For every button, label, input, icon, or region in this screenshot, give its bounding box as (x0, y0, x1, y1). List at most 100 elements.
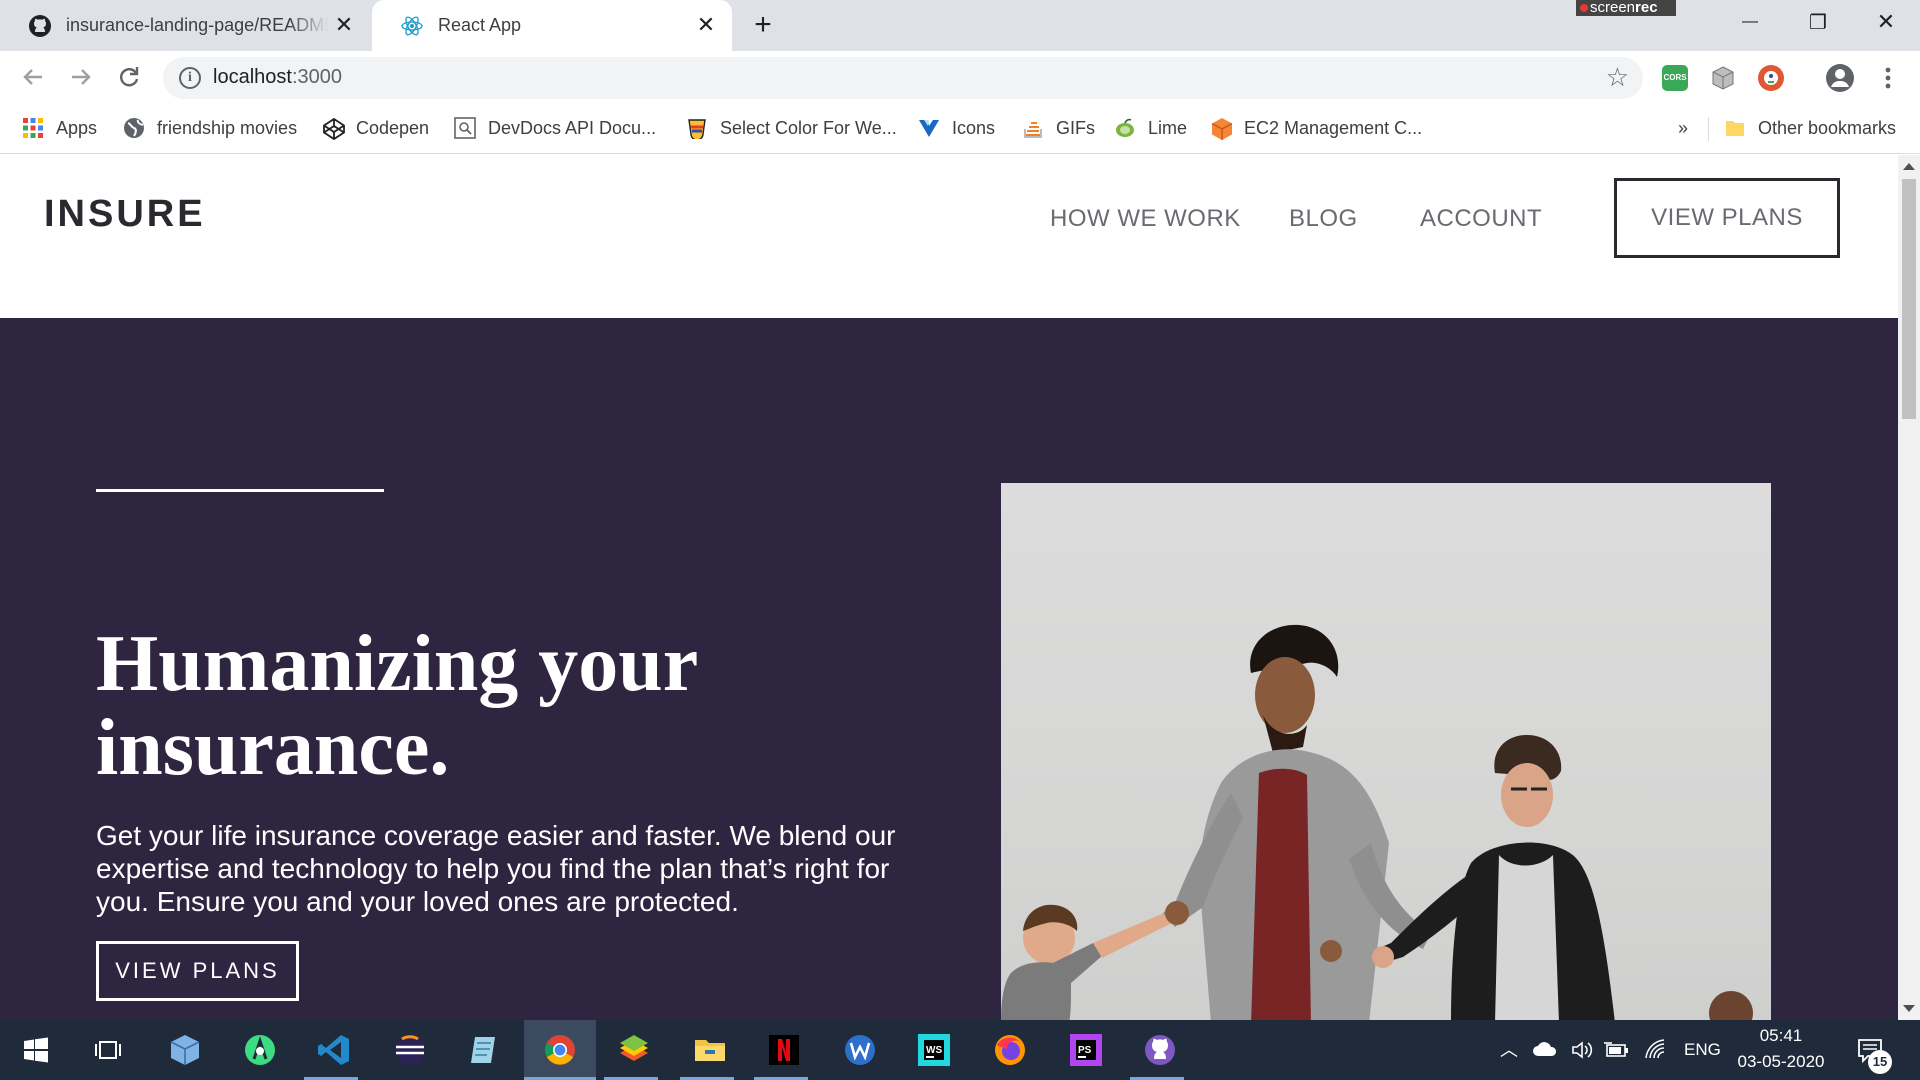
language-indicator[interactable]: ENG (1684, 1040, 1721, 1060)
family-illustration (1001, 624, 1753, 1020)
battery-icon[interactable] (1604, 1040, 1630, 1065)
woman-figure (1372, 735, 1615, 1020)
bookmark-devdocs[interactable]: DevDocs API Docu... (454, 115, 656, 141)
bookmark-label: Apps (56, 117, 98, 138)
bookmarks-divider (1708, 117, 1709, 141)
scrollbar-thumb[interactable] (1902, 179, 1916, 419)
globe-icon (123, 117, 145, 139)
clock-time[interactable]: 05:41 (1740, 1026, 1822, 1046)
virtualbox-icon[interactable] (165, 1030, 205, 1070)
profile-avatar-icon[interactable] (1824, 62, 1856, 94)
bookmark-apps[interactable]: Apps (22, 115, 97, 141)
show-hidden-icons-icon[interactable]: ︿ (1500, 1036, 1518, 1062)
bookmark-label: DevDocs API Docu... (488, 117, 657, 138)
bluestacks-icon[interactable] (614, 1030, 654, 1070)
eclipse-icon[interactable] (390, 1030, 430, 1070)
bookmark-friendship-movies[interactable]: friendship movies (123, 115, 297, 141)
close-tab-icon[interactable]: ✕ (332, 13, 356, 37)
forward-button[interactable] (66, 62, 96, 92)
scroll-down-icon[interactable] (1903, 1005, 1915, 1012)
clock-date[interactable]: 03-05-2020 (1733, 1052, 1829, 1072)
hero-accent-line (96, 489, 384, 492)
scroll-up-icon[interactable] (1903, 163, 1915, 170)
minimize-icon: — (1742, 13, 1758, 30)
firefox-icon[interactable] (990, 1030, 1030, 1070)
netflix-icon[interactable] (764, 1030, 804, 1070)
arrow-left-icon (23, 69, 42, 85)
webstorm-icon[interactable]: WS (914, 1030, 954, 1070)
bookmark-other[interactable]: Other bookmarks (1724, 115, 1896, 141)
bookmark-label: Icons (952, 117, 996, 138)
minimize-button[interactable]: — (1716, 0, 1784, 44)
restore-icon: ❐ (1809, 11, 1827, 34)
wps-writer-icon[interactable] (840, 1030, 880, 1070)
cors-extension-icon[interactable]: CORS (1662, 65, 1688, 91)
page-viewport: INSURE HOW WE WORK BLOG ACCOUNT VIEW PLA… (0, 155, 1898, 1020)
nav-how-we-work[interactable]: HOW WE WORK (1050, 205, 1241, 233)
phpstorm-icon[interactable]: PS (1066, 1030, 1106, 1070)
bookmark-ec2[interactable]: EC2 Management C... (1210, 115, 1422, 141)
chrome-icon[interactable] (540, 1030, 580, 1070)
bookmark-star-icon[interactable]: ☆ (1606, 62, 1629, 93)
bookmark-label: Other bookmarks (1758, 117, 1897, 138)
back-button[interactable] (18, 62, 48, 92)
bookmark-icons[interactable]: Icons (918, 115, 995, 141)
browser-menu-icon[interactable] (1878, 62, 1898, 94)
child-figure (1001, 904, 1182, 1020)
codepen-icon (322, 117, 345, 141)
lime-icon (1114, 117, 1136, 139)
volume-icon[interactable] (1570, 1038, 1594, 1067)
cube-extension-icon[interactable] (1710, 65, 1736, 91)
tab-title: React App (438, 15, 522, 35)
reload-button[interactable] (114, 62, 144, 92)
family-photo (1001, 483, 1771, 1020)
notification-count-badge: 15 (1868, 1050, 1892, 1074)
arrow-right-icon (72, 69, 91, 85)
nav-account[interactable]: ACCOUNT (1420, 205, 1542, 233)
restore-button[interactable]: ❐ (1784, 0, 1852, 44)
nav-blog[interactable]: BLOG (1289, 205, 1358, 233)
github-icon (28, 14, 52, 38)
recorder-prefix: screen (1590, 0, 1636, 16)
site-logo[interactable]: INSURE (44, 193, 206, 236)
tab-github-readme[interactable]: insurance-landing-page/README.md at mast… (0, 0, 370, 51)
vscode-icon[interactable] (314, 1030, 354, 1070)
file-explorer-icon[interactable] (690, 1030, 730, 1070)
github-desktop-icon[interactable] (1140, 1030, 1180, 1070)
close-window-button[interactable]: ✕ (1852, 0, 1920, 44)
task-view-icon[interactable] (88, 1030, 128, 1070)
screenrec-badge: screenrec (1576, 0, 1676, 16)
url-text: localhost:3000 (213, 66, 342, 89)
bookmark-label: Select Color For We... (720, 117, 897, 138)
bookmark-label: Lime (1148, 117, 1188, 138)
new-tab-button[interactable]: + (748, 10, 778, 41)
bookmark-codepen[interactable]: Codepen (322, 115, 429, 141)
notepad-icon[interactable] (464, 1030, 504, 1070)
bookmark-select-color[interactable]: Select Color For We... (686, 115, 897, 141)
wifi-icon[interactable] (1644, 1038, 1668, 1067)
bookmark-gifs[interactable]: GIFs (1022, 115, 1095, 141)
bookmark-label: GIFs (1056, 117, 1095, 138)
svg-text:WS: WS (926, 1045, 942, 1056)
android-studio-icon[interactable] (240, 1030, 280, 1070)
tab-react-app[interactable]: React App ✕ (372, 0, 732, 51)
page-scrollbar[interactable] (1898, 155, 1920, 1020)
svg-text:PS: PS (1078, 1045, 1092, 1056)
address-bar[interactable]: i localhost:3000 ☆ (163, 57, 1643, 99)
windows-start-icon[interactable] (16, 1030, 56, 1070)
url-host: localhost (213, 66, 292, 88)
hero-view-plans-button[interactable]: VIEW PLANS (96, 941, 299, 1001)
site-info-icon[interactable]: i (179, 67, 201, 89)
site-header: INSURE HOW WE WORK BLOG ACCOUNT VIEW PLA… (0, 155, 1898, 318)
duckduckgo-extension-icon[interactable] (1758, 65, 1784, 91)
bookmarks-overflow-button[interactable]: » (1678, 115, 1688, 141)
recorder-suffix: rec (1635, 0, 1658, 16)
close-tab-icon[interactable]: ✕ (694, 13, 718, 37)
folder-icon (1724, 117, 1746, 139)
header-view-plans-button[interactable]: VIEW PLANS (1614, 178, 1840, 258)
close-icon: ✕ (1876, 9, 1896, 34)
windows-taskbar: WS PS ︿ ENG 05:41 03-05-2020 15 (0, 1020, 1920, 1080)
bookmark-lime[interactable]: Lime (1114, 115, 1187, 141)
onedrive-icon[interactable] (1532, 1040, 1558, 1063)
tab-title: insurance-landing-page/README.md at mast… (66, 15, 328, 35)
